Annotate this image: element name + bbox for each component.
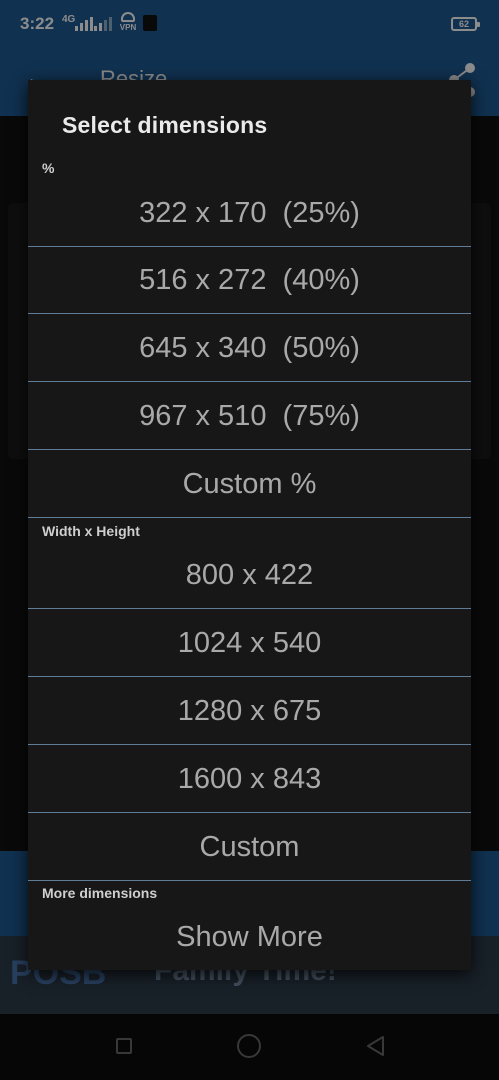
option-75-percent[interactable]: 967 x 510 (75%)	[28, 383, 471, 450]
option-custom-percent[interactable]: Custom %	[28, 451, 471, 518]
show-more-button[interactable]: Show More	[28, 904, 471, 971]
option-custom-size[interactable]: Custom	[28, 814, 471, 881]
section-header-more: More dimensions	[42, 885, 158, 901]
section-header-width-height: Width x Height	[42, 523, 140, 539]
option-800x422[interactable]: 800 x 422	[28, 542, 471, 609]
option-25-percent[interactable]: 322 x 170 (25%)	[28, 180, 471, 247]
option-1280x675[interactable]: 1280 x 675	[28, 678, 471, 745]
option-1600x843[interactable]: 1600 x 843	[28, 746, 471, 813]
option-40-percent[interactable]: 516 x 272 (40%)	[28, 247, 471, 314]
option-50-percent[interactable]: 645 x 340 (50%)	[28, 315, 471, 382]
select-dimensions-dialog: Select dimensions % 322 x 170 (25%) 516 …	[28, 80, 471, 970]
dialog-title: Select dimensions	[62, 112, 268, 138]
section-header-percent: %	[42, 160, 55, 176]
option-1024x540[interactable]: 1024 x 540	[28, 610, 471, 677]
